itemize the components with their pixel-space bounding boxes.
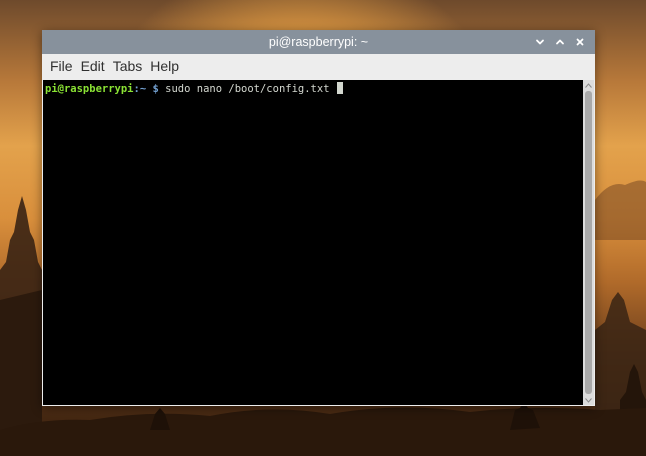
window-controls xyxy=(531,30,589,54)
close-icon xyxy=(576,38,584,46)
terminal-output[interactable]: pi@raspberrypi:~ $ sudo nano /boot/confi… xyxy=(43,80,583,405)
prompt-user-host: pi@raspberrypi xyxy=(45,83,134,95)
terminal-window: pi@raspberrypi: ~ File Edit Tabs Help pi… xyxy=(42,30,595,406)
menu-edit[interactable]: Edit xyxy=(77,54,109,79)
chevron-down-icon xyxy=(536,39,544,45)
menu-help[interactable]: Help xyxy=(146,54,183,79)
menu-file[interactable]: File xyxy=(46,54,77,79)
scroll-up-arrow[interactable] xyxy=(583,80,594,90)
prompt-path: ~ xyxy=(139,83,147,95)
scroll-down-arrow[interactable] xyxy=(583,395,594,405)
arrow-up-icon xyxy=(585,82,592,88)
minimize-button[interactable] xyxy=(531,33,549,51)
menu-tabs[interactable]: Tabs xyxy=(109,54,147,79)
close-button[interactable] xyxy=(571,33,589,51)
window-title: pi@raspberrypi: ~ xyxy=(268,35,369,49)
text-cursor xyxy=(336,82,343,94)
chevron-up-icon xyxy=(556,39,564,45)
terminal-command: sudo nano /boot/config.txt xyxy=(165,83,330,95)
arrow-down-icon xyxy=(585,397,592,403)
scrollbar-thumb[interactable] xyxy=(585,91,592,394)
window-titlebar[interactable]: pi@raspberrypi: ~ xyxy=(42,30,595,54)
menubar: File Edit Tabs Help xyxy=(42,54,595,79)
maximize-button[interactable] xyxy=(551,33,569,51)
prompt-symbol: $ xyxy=(152,83,159,95)
terminal-scrollbar[interactable] xyxy=(583,80,594,405)
